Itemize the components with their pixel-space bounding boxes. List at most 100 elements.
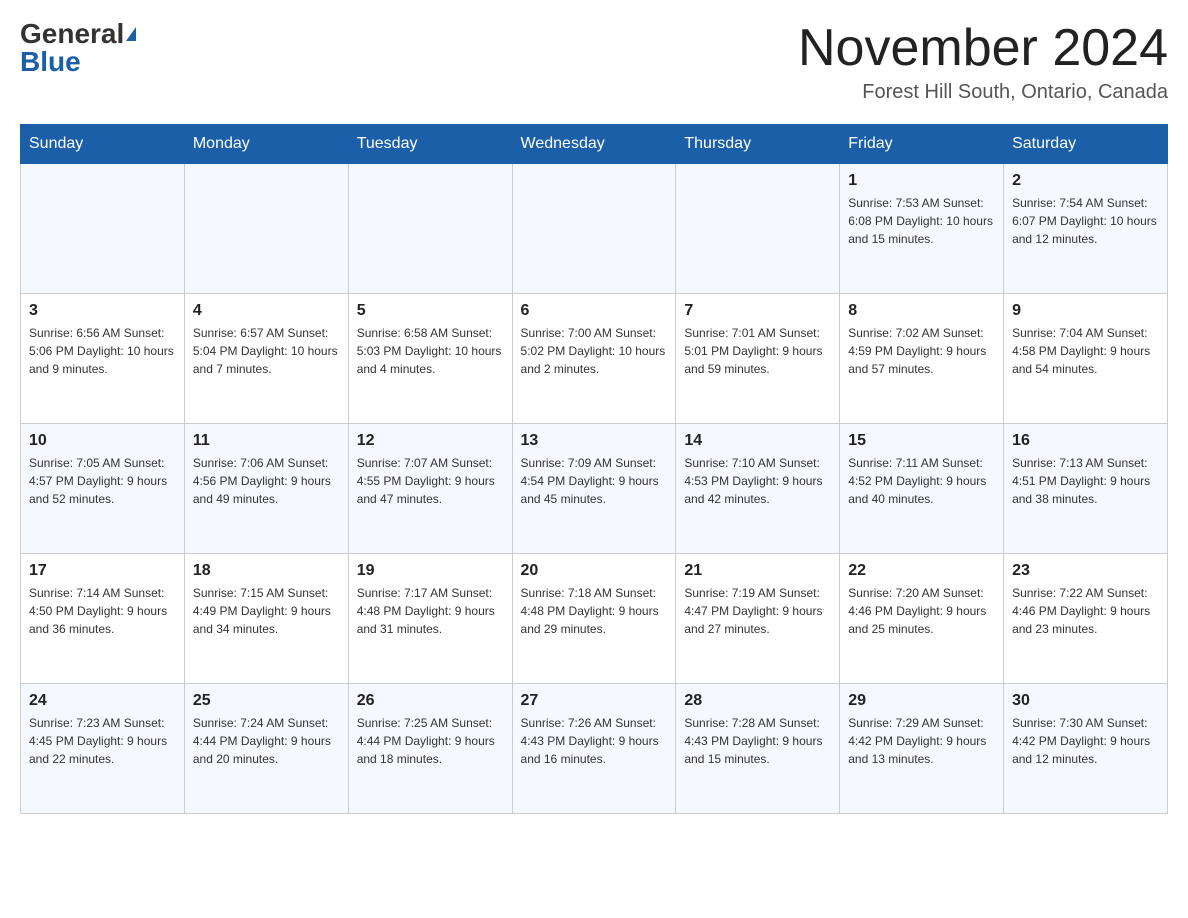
- day-number: 16: [1012, 432, 1159, 450]
- day-info: Sunrise: 7:22 AM Sunset: 4:46 PM Dayligh…: [1012, 584, 1159, 638]
- calendar-cell: 13Sunrise: 7:09 AM Sunset: 4:54 PM Dayli…: [512, 424, 676, 554]
- title-area: November 2024 Forest Hill South, Ontario…: [798, 20, 1168, 104]
- day-number: 14: [684, 432, 831, 450]
- day-number: 27: [521, 692, 668, 710]
- calendar-week-row: 3 Sunrise: 6:56 AM Sunset: 5:06 PM Daylig…: [21, 294, 1168, 424]
- calendar-cell: 23 Sunrise: 7:22 AM Sunset: 4:46 PM Dayli…: [1004, 554, 1168, 684]
- calendar-cell: 8 Sunrise: 7:02 AM Sunset: 4:59 PM Daylig…: [840, 294, 1004, 424]
- day-number: 17: [29, 562, 176, 580]
- calendar-header-wednesday: Wednesday: [512, 125, 676, 164]
- day-number: 2: [1012, 172, 1159, 190]
- month-title: November 2024: [798, 20, 1168, 77]
- day-info: Sunrise: 7:53 AM Sunset: 6:08 PM Dayligh…: [848, 194, 995, 248]
- day-info: Sunrise: 7:06 AM Sunset: 4:56 PM Dayligh…: [193, 454, 340, 508]
- day-number: 23: [1012, 562, 1159, 580]
- day-number: 8: [848, 302, 995, 320]
- day-number: 25: [193, 692, 340, 710]
- calendar-cell: 2 Sunrise: 7:54 AM Sunset: 6:07 PM Daylig…: [1004, 164, 1168, 294]
- calendar-week-row: 10 Sunrise: 7:05 AM Sunset: 4:57 PM Dayli…: [21, 424, 1168, 554]
- day-info: Sunrise: 7:54 AM Sunset: 6:07 PM Dayligh…: [1012, 194, 1159, 248]
- calendar-cell: 24 Sunrise: 7:23 AM Sunset: 4:45 PM Dayli…: [21, 684, 185, 814]
- calendar-cell: [676, 164, 840, 294]
- page-header: General Blue November 2024 Forest Hill S…: [20, 20, 1168, 104]
- calendar-cell: 10 Sunrise: 7:05 AM Sunset: 4:57 PM Dayli…: [21, 424, 185, 554]
- calendar-header-tuesday: Tuesday: [348, 125, 512, 164]
- day-number: 24: [29, 692, 176, 710]
- logo-triangle-icon: [126, 27, 136, 41]
- calendar-cell: 25 Sunrise: 7:24 AM Sunset: 4:44 PM Dayli…: [184, 684, 348, 814]
- calendar-week-row: 24 Sunrise: 7:23 AM Sunset: 4:45 PM Dayli…: [21, 684, 1168, 814]
- location-text: Forest Hill South, Ontario, Canada: [798, 81, 1168, 104]
- calendar-cell: 4 Sunrise: 6:57 AM Sunset: 5:04 PM Daylig…: [184, 294, 348, 424]
- day-number: 29: [848, 692, 995, 710]
- day-info: Sunrise: 7:01 AM Sunset: 5:01 PM Dayligh…: [684, 324, 831, 378]
- day-number: 12: [357, 432, 504, 450]
- day-info: Sunrise: 7:10 AM Sunset: 4:53 PM Dayligh…: [684, 454, 831, 508]
- day-info: Sunrise: 6:57 AM Sunset: 5:04 PM Dayligh…: [193, 324, 340, 378]
- calendar-cell: 15 Sunrise: 7:11 AM Sunset: 4:52 PM Dayli…: [840, 424, 1004, 554]
- day-info: Sunrise: 7:18 AM Sunset: 4:48 PM Dayligh…: [521, 584, 668, 638]
- day-info: Sunrise: 7:02 AM Sunset: 4:59 PM Dayligh…: [848, 324, 995, 378]
- day-info: Sunrise: 7:26 AM Sunset: 4:43 PM Dayligh…: [521, 714, 668, 768]
- calendar-cell: 1 Sunrise: 7:53 AM Sunset: 6:08 PM Daylig…: [840, 164, 1004, 294]
- day-info: Sunrise: 7:09 AM Sunset: 4:54 PM Dayligh…: [521, 454, 668, 508]
- day-number: 1: [848, 172, 995, 190]
- calendar-cell: 26Sunrise: 7:25 AM Sunset: 4:44 PM Dayli…: [348, 684, 512, 814]
- calendar-table: SundayMondayTuesdayWednesdayThursdayFrid…: [20, 124, 1168, 814]
- calendar-cell: 28Sunrise: 7:28 AM Sunset: 4:43 PM Dayli…: [676, 684, 840, 814]
- calendar-week-row: 17Sunrise: 7:14 AM Sunset: 4:50 PM Dayli…: [21, 554, 1168, 684]
- calendar-cell: 30Sunrise: 7:30 AM Sunset: 4:42 PM Dayli…: [1004, 684, 1168, 814]
- day-number: 5: [357, 302, 504, 320]
- day-number: 22: [848, 562, 995, 580]
- day-info: Sunrise: 7:05 AM Sunset: 4:57 PM Dayligh…: [29, 454, 176, 508]
- calendar-cell: [512, 164, 676, 294]
- day-info: Sunrise: 7:24 AM Sunset: 4:44 PM Dayligh…: [193, 714, 340, 768]
- logo: General Blue: [20, 20, 136, 76]
- day-info: Sunrise: 7:23 AM Sunset: 4:45 PM Dayligh…: [29, 714, 176, 768]
- calendar-header-friday: Friday: [840, 125, 1004, 164]
- day-number: 28: [684, 692, 831, 710]
- day-number: 18: [193, 562, 340, 580]
- calendar-cell: 6Sunrise: 7:00 AM Sunset: 5:02 PM Daylig…: [512, 294, 676, 424]
- day-number: 4: [193, 302, 340, 320]
- calendar-cell: 11 Sunrise: 7:06 AM Sunset: 4:56 PM Dayli…: [184, 424, 348, 554]
- day-number: 26: [357, 692, 504, 710]
- calendar-cell: 14 Sunrise: 7:10 AM Sunset: 4:53 PM Dayli…: [676, 424, 840, 554]
- day-info: Sunrise: 7:17 AM Sunset: 4:48 PM Dayligh…: [357, 584, 504, 638]
- logo-general-text: General: [20, 20, 124, 48]
- calendar-cell: [184, 164, 348, 294]
- day-number: 20: [521, 562, 668, 580]
- calendar-header-row: SundayMondayTuesdayWednesdayThursdayFrid…: [21, 125, 1168, 164]
- day-info: Sunrise: 7:07 AM Sunset: 4:55 PM Dayligh…: [357, 454, 504, 508]
- day-number: 21: [684, 562, 831, 580]
- day-info: Sunrise: 7:20 AM Sunset: 4:46 PM Dayligh…: [848, 584, 995, 638]
- day-number: 9: [1012, 302, 1159, 320]
- calendar-cell: 29 Sunrise: 7:29 AM Sunset: 4:42 PM Dayli…: [840, 684, 1004, 814]
- day-number: 19: [357, 562, 504, 580]
- calendar-header-saturday: Saturday: [1004, 125, 1168, 164]
- day-info: Sunrise: 6:56 AM Sunset: 5:06 PM Dayligh…: [29, 324, 176, 378]
- calendar-cell: 17Sunrise: 7:14 AM Sunset: 4:50 PM Dayli…: [21, 554, 185, 684]
- day-info: Sunrise: 7:15 AM Sunset: 4:49 PM Dayligh…: [193, 584, 340, 638]
- calendar-header-monday: Monday: [184, 125, 348, 164]
- day-number: 3: [29, 302, 176, 320]
- day-number: 30: [1012, 692, 1159, 710]
- day-info: Sunrise: 7:19 AM Sunset: 4:47 PM Dayligh…: [684, 584, 831, 638]
- day-info: Sunrise: 7:11 AM Sunset: 4:52 PM Dayligh…: [848, 454, 995, 508]
- day-number: 10: [29, 432, 176, 450]
- day-info: Sunrise: 6:58 AM Sunset: 5:03 PM Dayligh…: [357, 324, 504, 378]
- day-info: Sunrise: 7:00 AM Sunset: 5:02 PM Dayligh…: [521, 324, 668, 378]
- calendar-cell: 20 Sunrise: 7:18 AM Sunset: 4:48 PM Dayli…: [512, 554, 676, 684]
- calendar-cell: 19 Sunrise: 7:17 AM Sunset: 4:48 PM Dayli…: [348, 554, 512, 684]
- calendar-cell: 9 Sunrise: 7:04 AM Sunset: 4:58 PM Daylig…: [1004, 294, 1168, 424]
- calendar-cell: 3 Sunrise: 6:56 AM Sunset: 5:06 PM Daylig…: [21, 294, 185, 424]
- day-number: 15: [848, 432, 995, 450]
- calendar-week-row: 1 Sunrise: 7:53 AM Sunset: 6:08 PM Daylig…: [21, 164, 1168, 294]
- day-info: Sunrise: 7:13 AM Sunset: 4:51 PM Dayligh…: [1012, 454, 1159, 508]
- calendar-cell: 7Sunrise: 7:01 AM Sunset: 5:01 PM Daylig…: [676, 294, 840, 424]
- day-info: Sunrise: 7:29 AM Sunset: 4:42 PM Dayligh…: [848, 714, 995, 768]
- calendar-header-sunday: Sunday: [21, 125, 185, 164]
- day-number: 11: [193, 432, 340, 450]
- logo-blue-text: Blue: [20, 48, 81, 76]
- day-info: Sunrise: 7:04 AM Sunset: 4:58 PM Dayligh…: [1012, 324, 1159, 378]
